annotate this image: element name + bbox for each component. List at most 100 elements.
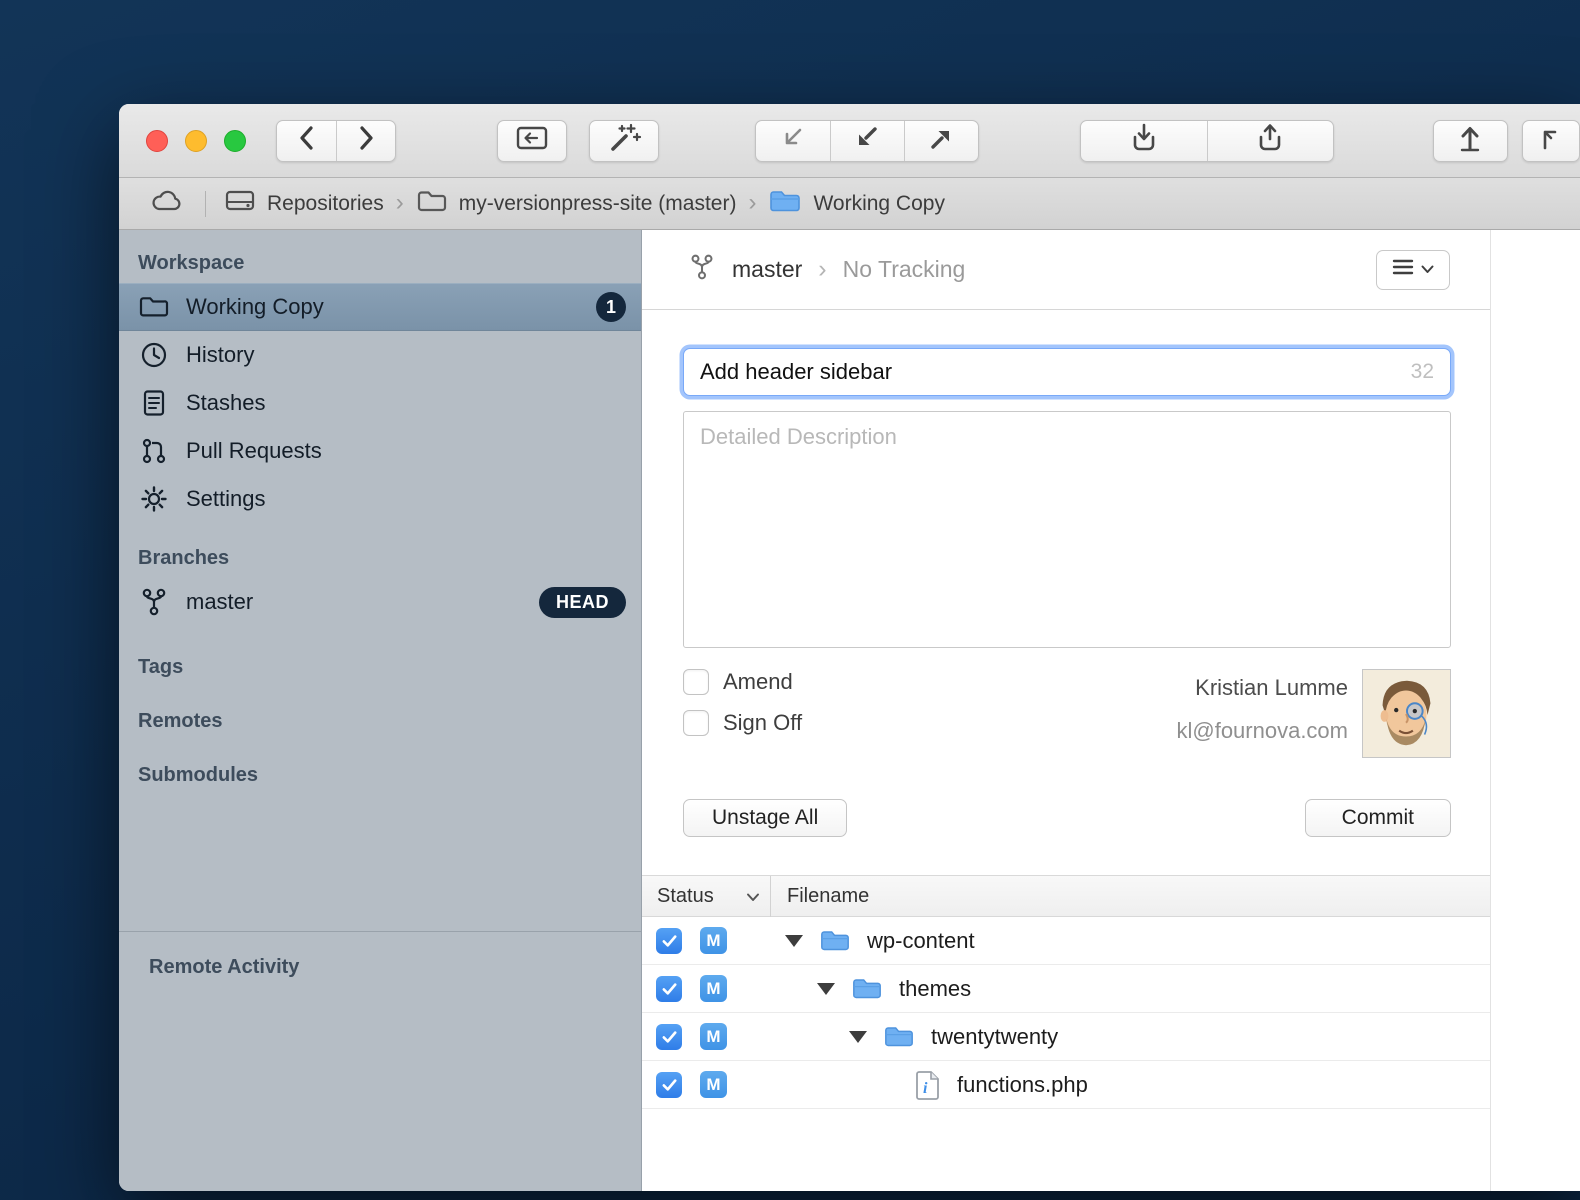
stage-checkbox[interactable] [656,976,682,1002]
actions-button[interactable] [589,120,659,162]
toolbar-button-partial[interactable] [1522,120,1580,162]
file-row-twentytwenty[interactable]: M twentytwenty [642,1013,1490,1061]
sidebar-section-workspace: Workspace [119,246,641,283]
zoom-window-button[interactable] [224,130,246,152]
signoff-checkbox[interactable] [683,710,709,736]
clock-icon [138,341,170,369]
sidebar-item-pull-requests[interactable]: Pull Requests [119,427,641,475]
author-block[interactable]: Kristian Lumme kl@fournova.com [1176,669,1451,758]
push-arrow-icon [924,123,958,158]
forward-button[interactable] [336,121,395,161]
sidebar: Workspace Working Copy 1 [119,230,642,1191]
author-avatar [1362,669,1451,758]
gear-icon [138,485,170,513]
toolbar [119,104,1580,178]
minimize-window-button[interactable] [185,130,207,152]
main-panel: master › No Tracking [642,230,1580,1191]
file-name: themes [899,976,971,1002]
push-button[interactable] [904,121,978,161]
commit-description-input[interactable] [683,411,1451,648]
sidebar-section-submodules[interactable]: Submodules [119,748,641,802]
disclosure-triangle[interactable] [849,1031,867,1043]
change-count-badge: 1 [596,292,626,322]
breadcrumb-item-repositories[interactable]: Repositories [224,188,384,220]
partial-icon [1539,124,1563,157]
status-column-label: Status [657,885,714,908]
desktop-background: Repositories › my-versionpress-site (mas… [0,0,1580,1200]
chevron-right-icon [356,124,376,157]
magic-wand-icon [606,122,642,159]
breadcrumb-chevron: › [748,189,756,217]
pull-button[interactable] [830,121,904,161]
sidebar-item-settings[interactable]: Settings [119,475,641,523]
close-window-button[interactable] [146,130,168,152]
file-name: twentytwenty [931,1024,1058,1050]
folder-icon [138,295,170,319]
current-branch-label[interactable]: master [732,256,802,283]
modified-status-badge: M [700,975,727,1002]
file-row-themes[interactable]: M themes [642,965,1490,1013]
blue-folder-icon [883,1024,915,1049]
publish-button[interactable] [1433,120,1508,162]
sidebar-section-remotes[interactable]: Remotes [119,694,641,748]
stash-save-button[interactable] [1081,121,1207,161]
branch-chevron: › [818,255,826,284]
apply-stash-icon [1251,122,1289,159]
scroll-gutter[interactable] [1490,230,1580,1191]
blue-folder-icon [819,928,851,953]
app-window: Repositories › my-versionpress-site (mas… [119,104,1580,1191]
working-copy-folder-icon [768,188,802,220]
file-row-functions-php[interactable]: M i functions.php [642,1061,1490,1109]
unstage-all-button[interactable]: Unstage All [683,799,847,837]
filename-column-header[interactable]: Filename [771,885,869,908]
amend-checkbox[interactable] [683,669,709,695]
fetch-button[interactable] [756,121,830,161]
history-navigation [276,120,396,162]
breadcrumb: Repositories › my-versionpress-site (mas… [119,178,1580,230]
breadcrumb-item-working-copy[interactable]: Working Copy [768,188,945,220]
back-button[interactable] [277,121,336,161]
disclosure-triangle[interactable] [817,983,835,995]
publish-arrow-icon [1454,122,1486,159]
file-name: functions.php [957,1072,1088,1098]
tracking-status-label[interactable]: No Tracking [843,256,966,283]
file-name: wp-content [867,928,975,954]
php-file-icon: i [915,1070,941,1100]
view-options-dropdown[interactable] [1376,250,1450,290]
modified-status-badge: M [700,1023,727,1050]
sidebar-item-stashes[interactable]: Stashes [119,379,641,427]
modified-status-badge: M [700,1071,727,1098]
amend-option: Amend [683,669,802,695]
file-row-wp-content[interactable]: M wp-content [642,917,1490,965]
branch-icon [138,587,170,617]
breadcrumb-chevron: › [396,189,404,217]
author-email: kl@fournova.com [1176,718,1348,744]
status-column-header[interactable]: Status [642,885,770,908]
file-table-header: Status Filename [642,876,1490,917]
chevron-left-icon [297,124,317,157]
breadcrumb-label: my-versionpress-site (master) [459,192,737,216]
head-badge: HEAD [539,587,626,618]
breadcrumb-divider [205,191,206,217]
breadcrumb-item-repo[interactable]: my-versionpress-site (master) [416,188,737,220]
sidebar-item-history[interactable]: History [119,331,641,379]
repository-window-icon [514,123,550,158]
breadcrumb-label: Repositories [267,192,384,216]
stage-checkbox[interactable] [656,928,682,954]
cloud-icon[interactable] [149,188,185,220]
branch-bar: master › No Tracking [642,230,1490,310]
disclosure-triangle[interactable] [785,935,803,947]
stage-checkbox[interactable] [656,1024,682,1050]
stash-apply-button[interactable] [1207,121,1333,161]
chevron-down-icon [1421,261,1434,279]
commit-subject-input[interactable] [683,348,1451,396]
sidebar-section-tags[interactable]: Tags [119,640,641,694]
stashes-icon [138,389,170,417]
commit-button[interactable]: Commit [1305,799,1451,837]
open-repository-button[interactable] [497,120,567,162]
remote-activity-title: Remote Activity [149,956,641,979]
signoff-label: Sign Off [723,710,802,736]
stage-checkbox[interactable] [656,1072,682,1098]
sidebar-item-master[interactable]: master HEAD [119,578,641,626]
sidebar-item-working-copy[interactable]: Working Copy 1 [119,283,641,331]
